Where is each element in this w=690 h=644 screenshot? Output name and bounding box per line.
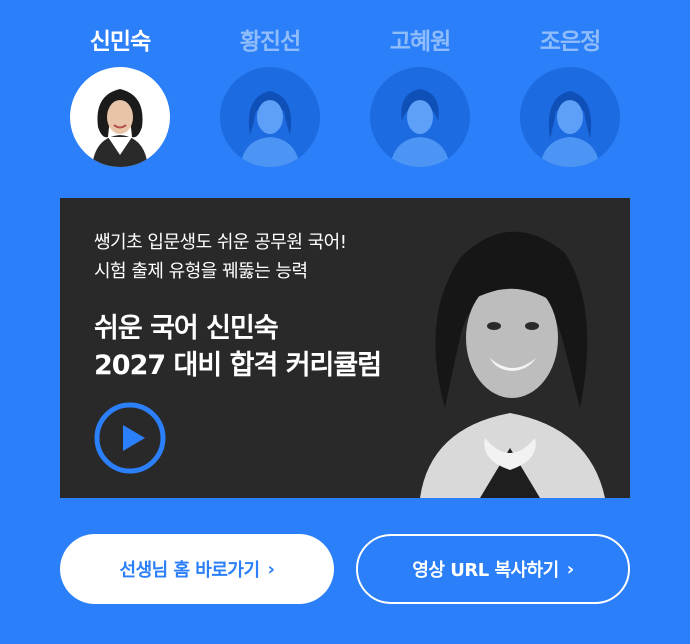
- chevron-right-icon: ›: [267, 558, 275, 580]
- tab-label: 조은정: [539, 29, 601, 55]
- banner-title: 쉬운 국어 신민숙 2027 대비 합격 커리큘럼: [94, 310, 382, 384]
- teacher-promo-page: 신민숙 황진선 고혜원 조은정 쌩기초 입문생도 쉬운 공무원 국어! 시험 출…: [0, 0, 690, 644]
- subtitle-line-2: 시험 출제 유형을 꿰뚫는 능력: [94, 261, 308, 282]
- avatar: [220, 67, 320, 167]
- teacher-portrait-icon: [540, 91, 600, 167]
- teacher-portrait-icon: [420, 231, 605, 498]
- tab-label: 신민숙: [89, 29, 151, 55]
- avatar: [520, 67, 620, 167]
- title-line-2: 2027 대비 합격 커리큘럼: [94, 350, 382, 381]
- tab-teacher-4[interactable]: 조은정: [510, 18, 630, 178]
- banner-subtitle: 쌩기초 입문생도 쉬운 공무원 국어! 시험 출제 유형을 꿰뚫는 능력: [94, 228, 347, 286]
- tab-label: 황진선: [239, 29, 301, 55]
- video-banner[interactable]: 쌩기초 입문생도 쉬운 공무원 국어! 시험 출제 유형을 꿰뚫는 능력 쉬운 …: [60, 198, 630, 498]
- teacher-portrait-icon: [390, 89, 450, 167]
- teacher-home-label: 선생님 홈 바로가기: [119, 560, 261, 581]
- title-line-1: 쉬운 국어 신민숙: [94, 313, 279, 344]
- subtitle-line-1: 쌩기초 입문생도 쉬운 공무원 국어!: [94, 232, 347, 253]
- teacher-portrait-icon: [72, 69, 168, 167]
- tab-label: 고혜원: [389, 29, 451, 55]
- play-icon: [94, 402, 166, 474]
- tab-teacher-3[interactable]: 고혜원: [360, 18, 480, 178]
- teacher-home-button[interactable]: 선생님 홈 바로가기 ›: [60, 534, 334, 604]
- avatar: [70, 67, 170, 167]
- play-button[interactable]: [94, 402, 166, 474]
- avatar: [370, 67, 470, 167]
- teacher-tabs: 신민숙 황진선 고혜원 조은정: [0, 18, 690, 178]
- chevron-right-icon: ›: [566, 558, 574, 580]
- tab-teacher-1[interactable]: 신민숙: [60, 18, 180, 178]
- copy-url-label: 영상 URL 복사하기: [412, 560, 559, 581]
- copy-video-url-button[interactable]: 영상 URL 복사하기 ›: [356, 534, 630, 604]
- tab-teacher-2[interactable]: 황진선: [210, 18, 330, 178]
- teacher-portrait-icon: [240, 91, 300, 167]
